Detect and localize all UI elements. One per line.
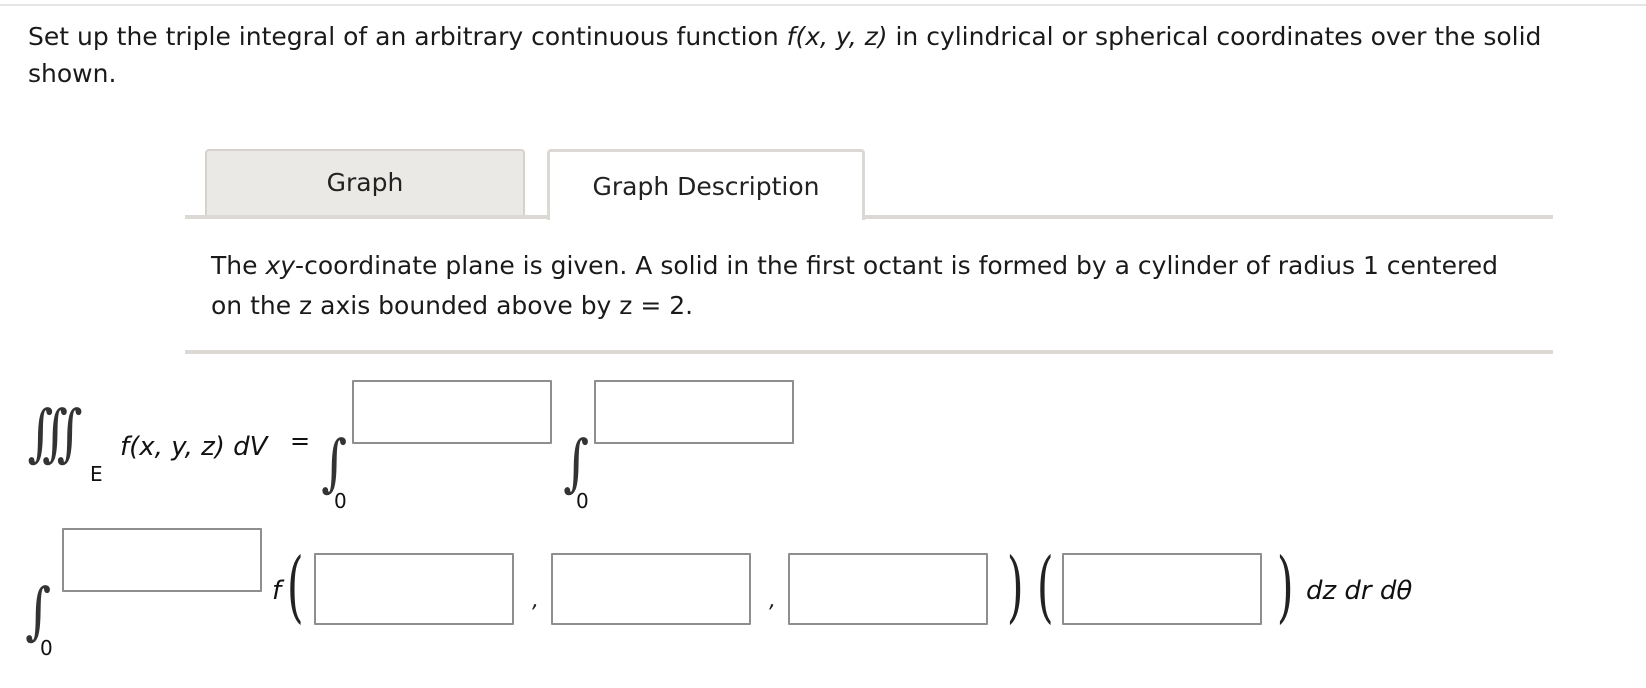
lower-bound-3: 0 <box>40 636 53 660</box>
question-text: Set up the triple integral of an arbitra… <box>28 18 1628 92</box>
close-paren: ) <box>1006 542 1024 632</box>
integral-sign-1: ∫ <box>321 426 348 499</box>
region-label: E <box>90 462 103 486</box>
comma-separator: , <box>769 588 776 613</box>
question-function: f(x, y, z) <box>786 22 888 51</box>
description-part: -coordinate plane is given. A solid in t… <box>211 251 1498 320</box>
question-text-part: Set up the triple integral of an arbitra… <box>28 22 787 51</box>
upper-bound-input-1[interactable] <box>352 380 552 444</box>
differentials: dz dr dθ <box>1306 576 1413 606</box>
upper-bound-input-3[interactable] <box>62 528 262 592</box>
description-part: The <box>211 251 266 280</box>
integral-sign-3: ∫ <box>25 574 52 647</box>
jacobian-input[interactable] <box>1062 553 1262 625</box>
equals-sign: = <box>290 427 311 455</box>
tab-divider <box>185 215 1553 219</box>
open-paren: ( <box>286 542 304 632</box>
f-argument-input-3[interactable] <box>788 553 988 625</box>
lower-bound-2: 0 <box>576 489 589 513</box>
f-argument-input-1[interactable] <box>314 553 514 625</box>
top-divider <box>0 4 1646 6</box>
graph-description-text: The xy-coordinate plane is given. A soli… <box>211 246 1531 326</box>
upper-bound-input-2[interactable] <box>594 380 794 444</box>
tab-graph[interactable]: Graph <box>205 149 525 217</box>
open-paren: ( <box>1036 542 1054 632</box>
page: Set up the triple integral of an arbitra… <box>0 0 1646 688</box>
comma-separator: , <box>532 588 539 613</box>
tab-graph-description[interactable]: Graph Description <box>547 149 865 220</box>
close-paren: ) <box>1276 542 1294 632</box>
function-label: f <box>272 576 282 606</box>
description-italic: xy <box>265 251 296 280</box>
triple-integral-sign: ∫∫∫ <box>27 396 82 469</box>
lower-bound-1: 0 <box>334 489 347 513</box>
integral-sign-2: ∫ <box>563 426 590 499</box>
f-argument-input-2[interactable] <box>551 553 751 625</box>
panel-divider <box>185 350 1553 354</box>
integrand: f(x, y, z) dV <box>120 432 268 462</box>
